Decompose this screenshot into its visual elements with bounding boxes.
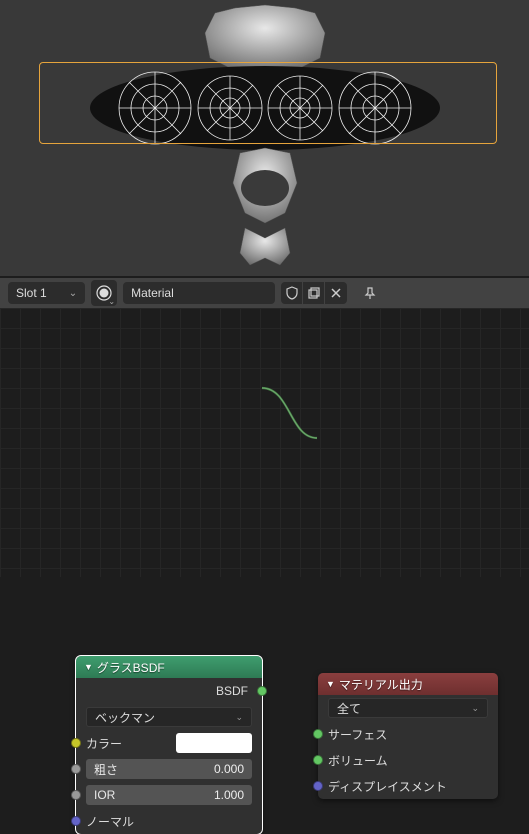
node-header[interactable]: ▼ グラスBSDF bbox=[76, 656, 262, 678]
shield-icon bbox=[285, 286, 299, 300]
pin-button[interactable] bbox=[359, 282, 381, 304]
glass-bsdf-node[interactable]: ▼ グラスBSDF BSDF ベックマン ⌄ カラー 粗さ 0.000 bbox=[76, 656, 262, 834]
fake-user-button[interactable] bbox=[281, 282, 303, 304]
node-title: グラスBSDF bbox=[97, 659, 165, 676]
material-header-bar: Slot 1 ⌄ ⌄ Material bbox=[0, 278, 529, 308]
socket-dot-icon[interactable] bbox=[257, 686, 267, 696]
roughness-input-socket[interactable]: 粗さ 0.000 bbox=[76, 756, 262, 782]
displacement-input-socket[interactable]: ディスプレイスメント bbox=[318, 773, 498, 799]
ior-input-socket[interactable]: IOR 1.000 bbox=[76, 782, 262, 808]
surface-input-socket[interactable]: サーフェス bbox=[318, 721, 498, 747]
target-dropdown[interactable]: 全て ⌄ bbox=[328, 698, 488, 718]
node-title: マテリアル出力 bbox=[339, 676, 423, 693]
close-icon bbox=[330, 287, 342, 299]
mesh-preview bbox=[85, 3, 445, 273]
chevron-down-icon: ⌄ bbox=[471, 703, 479, 714]
shader-node-editor[interactable]: ▼ グラスBSDF BSDF ベックマン ⌄ カラー 粗さ 0.000 bbox=[0, 308, 529, 577]
node-connection-wire bbox=[0, 308, 529, 577]
bsdf-output-socket[interactable]: BSDF bbox=[76, 678, 262, 704]
chevron-down-icon: ⌄ bbox=[108, 297, 115, 306]
browse-material-button[interactable]: ⌄ bbox=[91, 280, 117, 306]
chevron-down-icon: ⌄ bbox=[235, 712, 243, 723]
distribution-dropdown-row: ベックマン ⌄ bbox=[76, 704, 262, 730]
socket-dot-icon[interactable] bbox=[71, 738, 81, 748]
material-action-group bbox=[281, 282, 347, 304]
collapse-triangle-icon: ▼ bbox=[326, 679, 335, 689]
socket-dot-icon[interactable] bbox=[71, 816, 81, 826]
viewport-3d[interactable] bbox=[0, 0, 529, 276]
color-input-socket[interactable]: カラー bbox=[76, 730, 262, 756]
socket-dot-icon[interactable] bbox=[71, 790, 81, 800]
new-material-button[interactable] bbox=[303, 282, 325, 304]
socket-dot-icon[interactable] bbox=[313, 781, 323, 791]
chevron-down-icon: ⌄ bbox=[69, 288, 77, 299]
material-output-node[interactable]: ▼ マテリアル出力 全て ⌄ サーフェス ボリューム ディスプレイスメント bbox=[318, 673, 498, 799]
normal-input-socket[interactable]: ノーマル bbox=[76, 808, 262, 834]
socket-dot-icon[interactable] bbox=[71, 764, 81, 774]
distribution-dropdown[interactable]: ベックマン ⌄ bbox=[86, 707, 252, 727]
target-dropdown-row: 全て ⌄ bbox=[318, 695, 498, 721]
socket-dot-icon[interactable] bbox=[313, 729, 323, 739]
slot-label: Slot 1 bbox=[16, 286, 47, 300]
socket-dot-icon[interactable] bbox=[313, 755, 323, 765]
pin-icon bbox=[363, 286, 377, 300]
color-field[interactable] bbox=[176, 733, 252, 753]
material-name-field[interactable]: Material bbox=[123, 282, 275, 304]
roughness-field[interactable]: 粗さ 0.000 bbox=[86, 759, 252, 779]
ior-field[interactable]: IOR 1.000 bbox=[86, 785, 252, 805]
collapse-triangle-icon: ▼ bbox=[84, 662, 93, 672]
material-slot-dropdown[interactable]: Slot 1 ⌄ bbox=[8, 282, 85, 304]
node-header[interactable]: ▼ マテリアル出力 bbox=[318, 673, 498, 695]
unlink-material-button[interactable] bbox=[325, 282, 347, 304]
volume-input-socket[interactable]: ボリューム bbox=[318, 747, 498, 773]
duplicate-icon bbox=[307, 286, 321, 300]
